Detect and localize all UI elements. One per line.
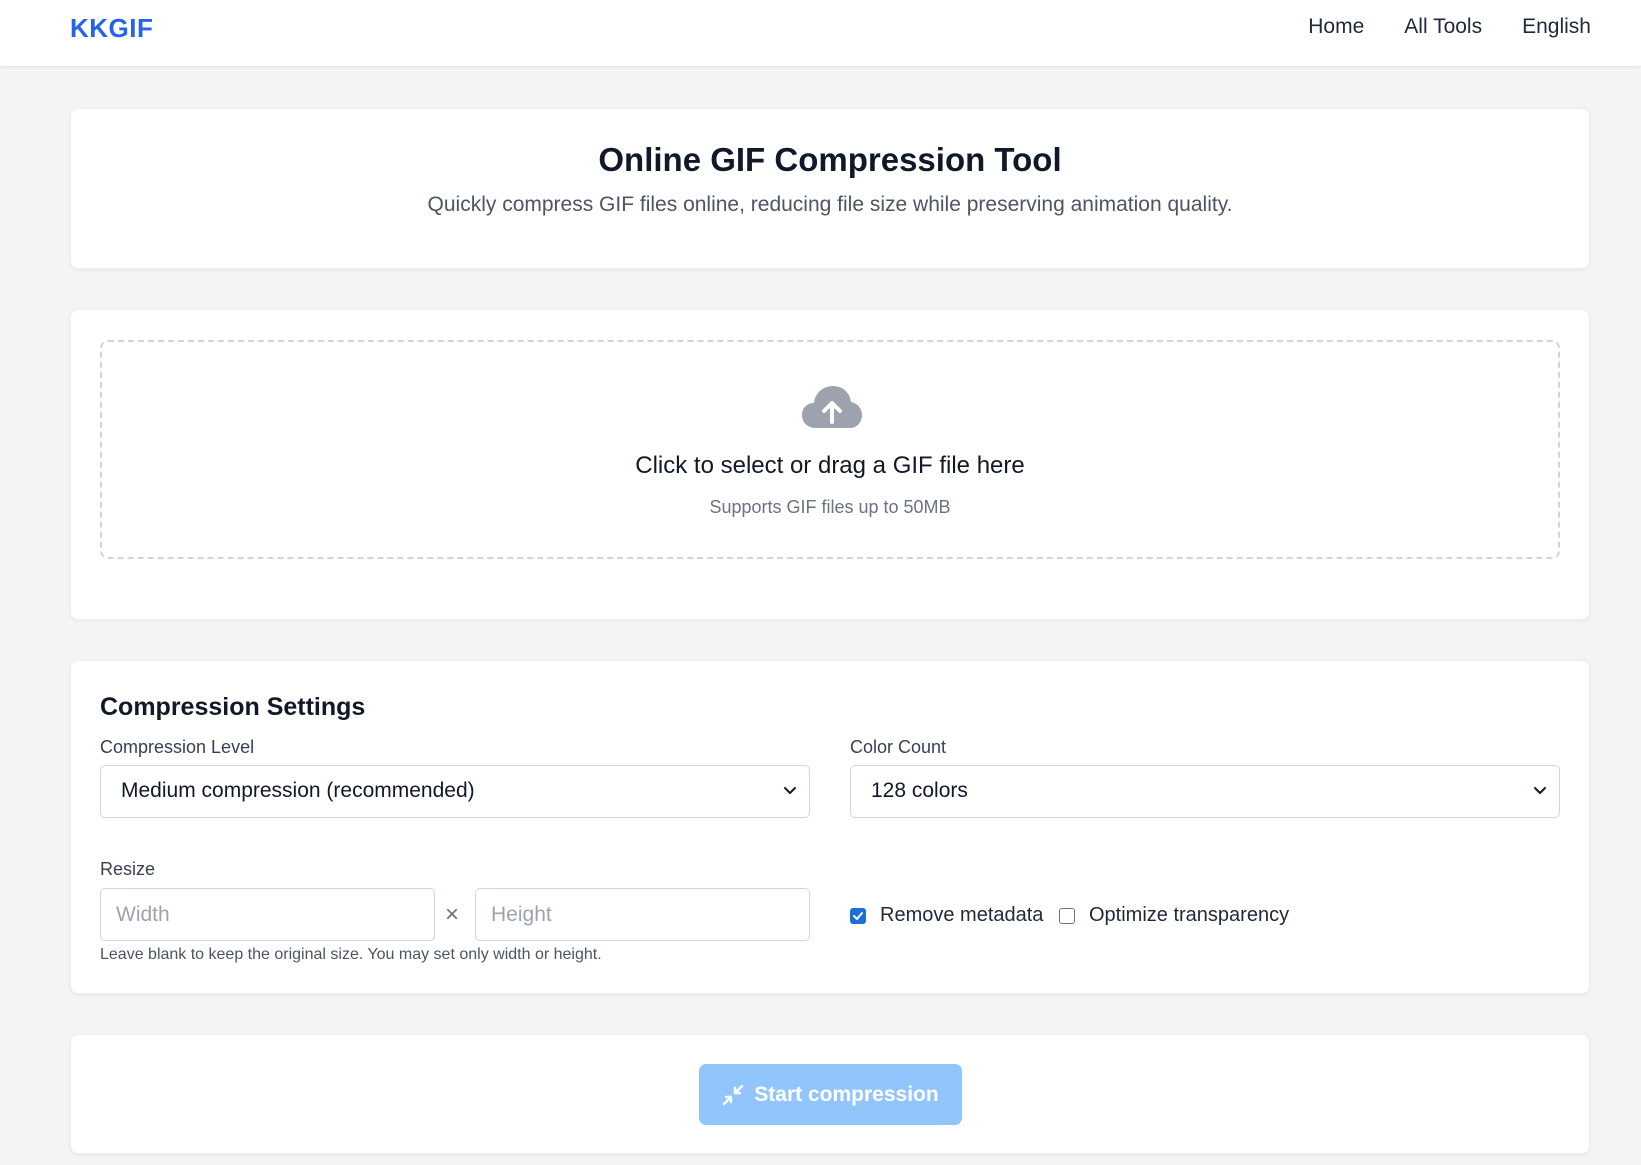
remove-metadata-label: Remove metadata — [880, 904, 1044, 926]
top-navbar: KKGIF Home All Tools English — [0, 0, 1641, 67]
remove-metadata-option[interactable]: Remove metadata — [850, 904, 1043, 927]
page-subtitle: Quickly compress GIF files online, reduc… — [427, 193, 1233, 216]
optimize-transparency-label: Optimize transparency — [1089, 904, 1290, 926]
dropzone-title: Click to select or drag a GIF file here — [635, 452, 1025, 479]
dropzone-subtitle: Supports GIF files up to 50MB — [709, 497, 951, 517]
resize-height-input[interactable] — [475, 888, 810, 941]
color-count-select[interactable]: 128 colors — [850, 765, 1560, 818]
compression-level-select[interactable]: Medium compression (recommended) — [100, 765, 810, 818]
compression-level-label: Compression Level — [100, 737, 255, 757]
resize-width-input[interactable] — [100, 888, 435, 941]
optimize-transparency-option[interactable]: Optimize transparency — [1059, 904, 1289, 927]
resize-label: Resize — [100, 859, 156, 879]
resize-hint: Leave blank to keep the original size. Y… — [100, 946, 602, 963]
main-nav: Home All Tools English — [1308, 15, 1591, 39]
action-card: Start compression — [70, 1034, 1590, 1154]
settings-title: Compression Settings — [100, 693, 366, 721]
optimize-transparency-checkbox[interactable] — [1059, 907, 1075, 924]
file-dropzone[interactable]: Click to select or drag a GIF file here … — [100, 340, 1560, 559]
chevron-down-icon — [784, 787, 796, 794]
nav-all-tools-link[interactable]: All Tools — [1404, 15, 1482, 39]
checkmark-icon — [853, 911, 863, 920]
nav-language-link[interactable]: English — [1522, 15, 1591, 39]
start-compression-label: Start compression — [754, 1082, 939, 1106]
intro-card: Online GIF Compression Tool Quickly comp… — [70, 108, 1590, 269]
page-title: Online GIF Compression Tool — [598, 141, 1062, 178]
chevron-down-icon — [1534, 787, 1546, 794]
brand-logo[interactable]: KKGIF — [70, 13, 153, 44]
color-count-value: 128 colors — [871, 779, 968, 802]
start-compression-button[interactable]: Start compression — [699, 1064, 962, 1125]
compression-level-value: Medium compression (recommended) — [121, 779, 475, 802]
color-count-label: Color Count — [850, 737, 947, 757]
compress-icon — [723, 1084, 744, 1105]
settings-card: Compression Settings Compression Level M… — [70, 660, 1590, 994]
upload-card: Click to select or drag a GIF file here … — [70, 309, 1590, 620]
nav-home-link[interactable]: Home — [1308, 15, 1364, 39]
resize-separator: × — [445, 901, 460, 928]
cloud-upload-icon — [802, 386, 862, 428]
remove-metadata-checkbox[interactable] — [850, 907, 866, 924]
